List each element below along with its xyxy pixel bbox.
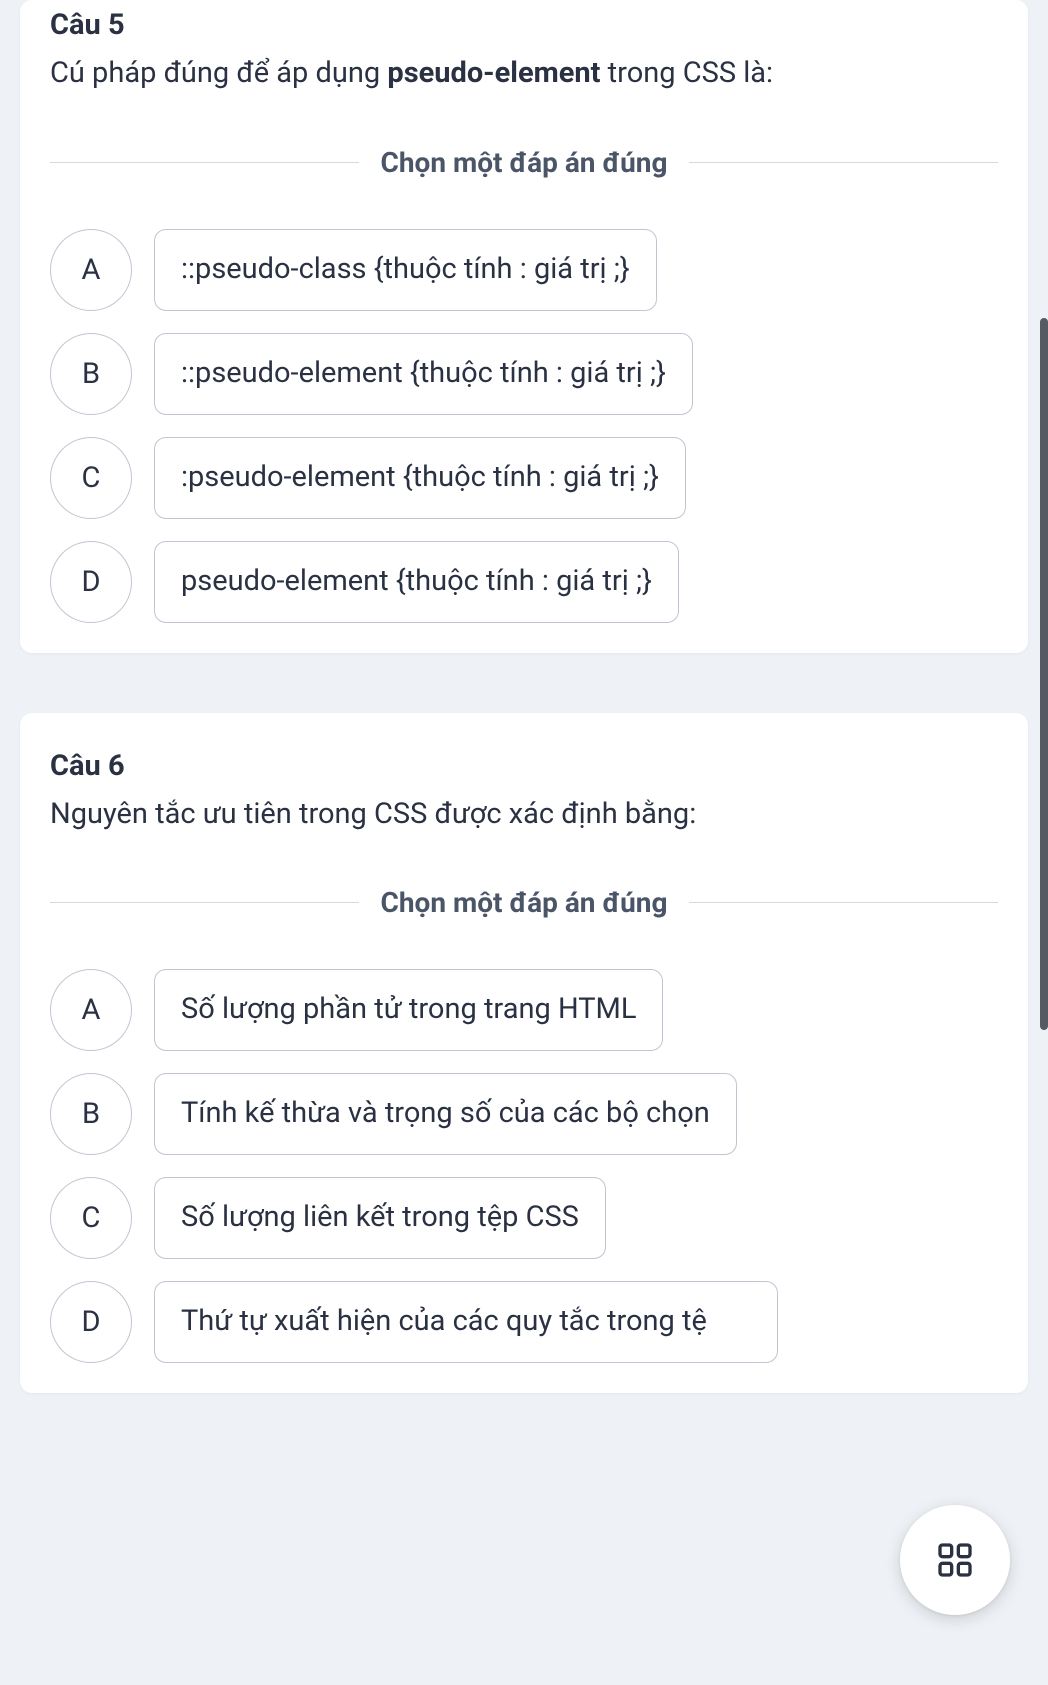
grid-menu-button[interactable] (900, 1505, 1010, 1615)
option-letter[interactable]: B (50, 1073, 132, 1155)
option-letter[interactable]: C (50, 1177, 132, 1259)
option-text[interactable]: Số lượng liên kết trong tệp CSS (154, 1177, 606, 1259)
option-text[interactable]: Tính kế thừa và trọng số của các bộ chọn (154, 1073, 737, 1155)
option-letter[interactable]: D (50, 1281, 132, 1363)
divider-line (689, 902, 998, 903)
instruction-label: Chọn một đáp án đúng (359, 146, 690, 179)
option-text[interactable]: Số lượng phần tử trong trang HTML (154, 969, 663, 1051)
question-text-before: Cú pháp đúng để áp dụng (50, 56, 387, 90)
scrollbar[interactable] (1040, 318, 1048, 1030)
question-card-5: Câu 5 Cú pháp đúng để áp dụng pseudo-ele… (20, 0, 1028, 653)
question-text: Nguyên tắc ưu tiên trong CSS được xác đị… (50, 793, 998, 837)
question-title: Câu 5 (50, 8, 998, 42)
grid-icon (935, 1540, 975, 1580)
question-text: Cú pháp đúng để áp dụng pseudo-element t… (50, 52, 998, 96)
instruction-label: Chọn một đáp án đúng (359, 886, 690, 919)
option-text[interactable]: Thứ tự xuất hiện của các quy tắc trong t… (154, 1281, 778, 1363)
option-text[interactable]: :pseudo-element {thuộc tính : giá trị ;} (154, 437, 686, 519)
option-row-b[interactable]: B ::pseudo-element {thuộc tính : giá trị… (50, 333, 998, 415)
divider-line (50, 162, 359, 163)
option-letter[interactable]: C (50, 437, 132, 519)
question-card-6: Câu 6 Nguyên tắc ưu tiên trong CSS được … (20, 713, 1028, 1394)
divider-line (689, 162, 998, 163)
question-title: Câu 6 (50, 749, 998, 783)
option-row-c[interactable]: C Số lượng liên kết trong tệp CSS (50, 1177, 998, 1259)
option-letter[interactable]: D (50, 541, 132, 623)
instruction-divider: Chọn một đáp án đúng (50, 146, 998, 179)
option-row-d[interactable]: D Thứ tự xuất hiện của các quy tắc trong… (50, 1281, 998, 1363)
option-text[interactable]: ::pseudo-class {thuộc tính : giá trị ;} (154, 229, 657, 311)
question-text-after: trong CSS là: (600, 56, 773, 90)
option-row-c[interactable]: C :pseudo-element {thuộc tính : giá trị … (50, 437, 998, 519)
question-text-bold: pseudo-element (387, 56, 600, 90)
option-row-a[interactable]: A Số lượng phần tử trong trang HTML (50, 969, 998, 1051)
option-text[interactable]: pseudo-element {thuộc tính : giá trị ;} (154, 541, 679, 623)
option-row-d[interactable]: D pseudo-element {thuộc tính : giá trị ;… (50, 541, 998, 623)
option-letter[interactable]: A (50, 229, 132, 311)
option-letter[interactable]: A (50, 969, 132, 1051)
option-row-a[interactable]: A ::pseudo-class {thuộc tính : giá trị ;… (50, 229, 998, 311)
divider-line (50, 902, 359, 903)
instruction-divider: Chọn một đáp án đúng (50, 886, 998, 919)
option-letter[interactable]: B (50, 333, 132, 415)
option-text[interactable]: ::pseudo-element {thuộc tính : giá trị ;… (154, 333, 693, 415)
option-row-b[interactable]: B Tính kế thừa và trọng số của các bộ ch… (50, 1073, 998, 1155)
